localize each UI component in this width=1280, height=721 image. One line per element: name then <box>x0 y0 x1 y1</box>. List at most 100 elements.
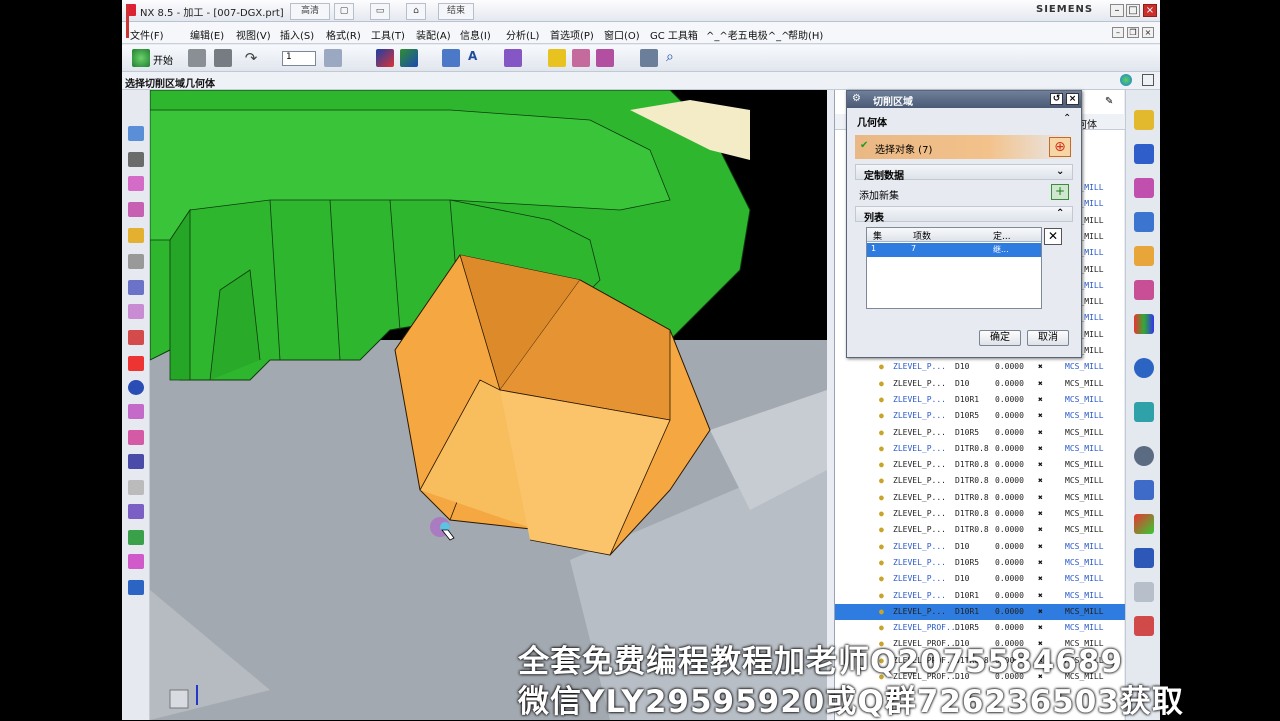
table-icon[interactable] <box>442 49 460 67</box>
roles-tab-icon[interactable] <box>1134 514 1154 534</box>
maximize-icon[interactable]: □ <box>1126 4 1140 17</box>
table-row[interactable]: ● ZLEVEL_P... D10 0.0000 ✖ MCS_MILL <box>835 376 1125 392</box>
crosshair-icon[interactable]: ⊕ <box>1049 137 1071 157</box>
tool-icon[interactable] <box>548 49 566 67</box>
table-row[interactable]: ● ZLEVEL_P... D1TR0.8 0.0000 ✖ MCS_MILL <box>835 522 1125 538</box>
clock-tab-icon[interactable] <box>1134 446 1154 466</box>
list-tab-icon[interactable] <box>1134 480 1154 500</box>
view-cube-icon[interactable] <box>324 49 342 67</box>
fullscreen-icon[interactable]: ▢ <box>334 3 354 20</box>
menu-gc-toolbox[interactable]: GC 工具箱 <box>650 27 698 42</box>
doc-close-icon[interactable]: × <box>1142 27 1154 38</box>
history-icon[interactable] <box>128 330 144 345</box>
minimize-icon[interactable]: – <box>1110 4 1124 17</box>
delete-set-icon[interactable]: ✕ <box>1044 228 1062 245</box>
table-row[interactable]: ● ZLEVEL_P... D1TR0.8 0.0000 ✖ MCS_MILL <box>835 441 1125 457</box>
menu-file[interactable]: 文件(F) <box>130 27 164 42</box>
doc-minimize-icon[interactable]: – <box>1112 27 1124 38</box>
menu-insert[interactable]: 插入(S) <box>280 27 314 42</box>
menu-assembly[interactable]: 装配(A) <box>416 27 451 42</box>
collapse-geometry-icon[interactable]: ⌃ <box>1063 113 1071 124</box>
verify-icon[interactable]: ⌕ <box>666 49 684 67</box>
generate-icon[interactable] <box>640 49 658 67</box>
menu-info[interactable]: 信息(I) <box>460 27 491 42</box>
globe-icon[interactable] <box>1120 74 1132 86</box>
machine-tool-view-icon[interactable] <box>128 152 144 167</box>
list-row[interactable]: 1 7 继... <box>867 243 1041 257</box>
hd-button[interactable]: 高清 <box>290 3 330 20</box>
menu-electrode[interactable]: ^_^老五电极^_^ <box>706 27 790 42</box>
geometry-icon[interactable] <box>572 49 590 67</box>
list-group[interactable]: 列表 ⌃ <box>855 206 1073 224</box>
menu-window[interactable]: 窗口(O) <box>604 27 640 42</box>
menu-format[interactable]: 格式(R) <box>326 27 361 42</box>
operation-navigator-icon[interactable] <box>128 126 144 141</box>
close-icon[interactable]: × <box>1143 4 1157 17</box>
menu-view[interactable]: 视图(V) <box>236 27 271 42</box>
fullscreen-toggle-icon[interactable] <box>1142 74 1154 86</box>
menu-tools[interactable]: 工具(T) <box>371 27 405 42</box>
part-icon[interactable] <box>128 280 144 295</box>
table-row[interactable]: ● ZLEVEL_P... D10R5 0.0000 ✖ MCS_MILL <box>835 555 1125 571</box>
add-set-button[interactable]: + <box>1051 184 1069 200</box>
info-icon[interactable] <box>128 380 144 395</box>
doc-restore-icon[interactable]: ❐ <box>1127 27 1139 38</box>
graphics-viewport[interactable] <box>150 90 827 720</box>
table-row[interactable]: ● ZLEVEL_P... D10 0.0000 ✖ MCS_MILL <box>835 359 1125 375</box>
home-icon[interactable]: ⌂ <box>406 3 426 20</box>
save-icon[interactable] <box>188 49 206 67</box>
menu-preferences[interactable]: 首选项(P) <box>550 27 594 42</box>
table-row[interactable]: ● ZLEVEL_PROF... D10R5 0.0000 ✖ MCS_MILL <box>835 620 1125 636</box>
window-icon[interactable]: ▭ <box>370 3 390 20</box>
measure-icon[interactable] <box>128 404 144 419</box>
menu-help[interactable]: 帮助(H) <box>788 27 823 42</box>
pin-icon[interactable]: ✎ <box>1105 96 1117 107</box>
history-tab-icon[interactable] <box>1134 402 1154 422</box>
assembly-icon[interactable] <box>376 49 394 67</box>
table-row[interactable]: ● ZLEVEL_P... D1TR0.8 0.0000 ✖ MCS_MILL <box>835 506 1125 522</box>
table-row[interactable]: ● ZLEVEL_P... D10 0.0000 ✖ MCS_MILL <box>835 539 1125 555</box>
menu-analysis[interactable]: 分析(L) <box>506 27 539 42</box>
navigator-tab-icon[interactable] <box>1134 110 1154 130</box>
menu-edit[interactable]: 编辑(E) <box>190 27 224 42</box>
wcs-icon[interactable] <box>128 504 144 519</box>
section-icon[interactable] <box>128 454 144 469</box>
web-tab-icon[interactable] <box>1134 358 1154 378</box>
program-view-icon[interactable] <box>128 228 144 243</box>
component-icon[interactable] <box>400 49 418 67</box>
simulate-icon[interactable] <box>128 530 144 545</box>
analysis-icon[interactable] <box>128 430 144 445</box>
undo-icon[interactable]: ↷ <box>242 49 260 67</box>
postprocess-icon[interactable] <box>128 554 144 569</box>
ok-button[interactable]: 确定 <box>979 330 1021 346</box>
method-icon[interactable] <box>596 49 614 67</box>
dialog-close-icon[interactable]: × <box>1066 93 1079 105</box>
table-row[interactable]: ● ZLEVEL_P... D10R1 0.0000 ✖ MCS_MILL <box>835 392 1125 408</box>
table-row[interactable]: ● ZLEVEL_P... D10R5 0.0000 ✖ MCS_MILL <box>835 408 1125 424</box>
visualization-tab-icon[interactable] <box>1134 582 1154 602</box>
select-object-row[interactable]: ✔ 选择对象 (7) ⊕ <box>855 135 1075 159</box>
system-scene-icon[interactable] <box>1134 548 1154 568</box>
nc-output-icon[interactable] <box>128 580 144 595</box>
part-tab-icon[interactable] <box>1134 178 1154 198</box>
shading-mode-icon[interactable] <box>128 356 144 371</box>
constraint-tab-icon[interactable] <box>1134 212 1154 232</box>
hd3d-tab-icon[interactable] <box>1134 616 1154 636</box>
assembly-tab-icon[interactable] <box>1134 144 1154 164</box>
reuse-icon[interactable] <box>128 254 144 269</box>
palette-tab-icon[interactable] <box>1134 314 1154 334</box>
custom-data-group[interactable]: 定制数据 ⌄ <box>855 164 1073 182</box>
table-row[interactable]: ● ZLEVEL_P... D1TR0.8 0.0000 ✖ MCS_MILL <box>835 473 1125 489</box>
reuse-library-icon[interactable] <box>1134 246 1154 266</box>
table-row[interactable]: ● ZLEVEL_P... D1TR0.8 0.0000 ✖ MCS_MILL <box>835 490 1125 506</box>
set-list-table[interactable]: 集 项数 定... 1 7 继... <box>866 227 1042 309</box>
text-annotation-icon[interactable]: A <box>468 49 486 67</box>
layer-icon[interactable] <box>128 480 144 495</box>
table-row[interactable]: ● ZLEVEL_P... D10R5 0.0000 ✖ MCS_MILL <box>835 425 1125 441</box>
layer-select[interactable]: 1 <box>282 51 316 66</box>
reset-icon[interactable]: ↺ <box>1050 93 1063 105</box>
start-label[interactable]: 开始 <box>153 52 173 67</box>
table-row[interactable]: ● ZLEVEL_P... D10R1 0.0000 ✖ MCS_MILL <box>835 588 1125 604</box>
table-row[interactable]: ● ZLEVEL_P... D1TR0.8 0.0000 ✖ MCS_MILL <box>835 457 1125 473</box>
shading-icon[interactable] <box>504 49 522 67</box>
